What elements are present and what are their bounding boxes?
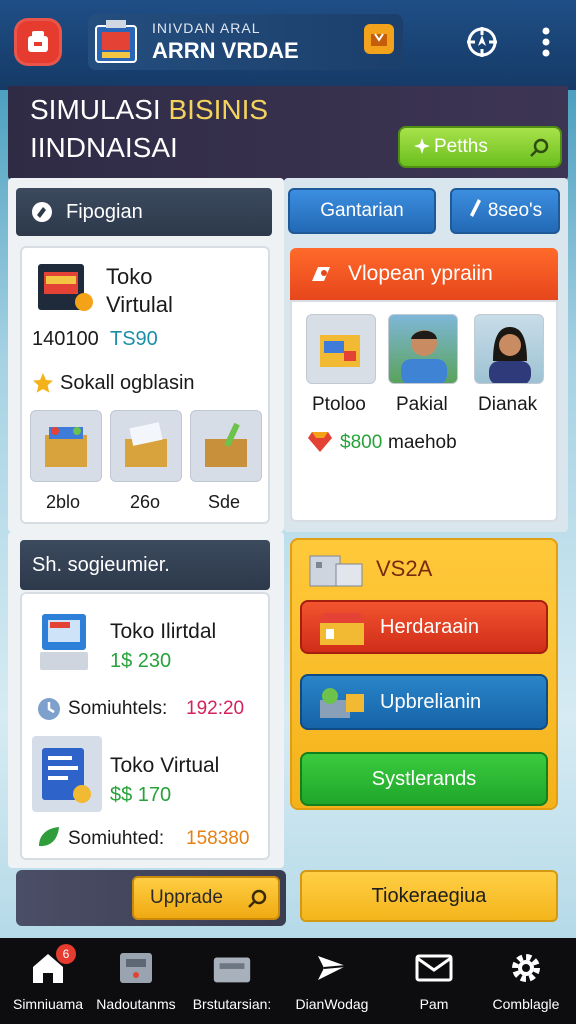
entry-1-name: Toko Ilirtdal <box>110 620 217 643</box>
crate-blue-icon <box>45 427 87 467</box>
man-avatar-icon <box>401 330 447 383</box>
left-panel-a-heading: Fipogian <box>16 188 272 236</box>
page-title: SIMULASI BISINIS <box>30 94 268 126</box>
tab-seos[interactable]: 8seo's <box>450 188 560 234</box>
more-menu-icon[interactable] <box>526 22 566 62</box>
right-panel-a-heading-label: Vlopean ypraiin <box>348 262 493 285</box>
upgrade-button[interactable]: Upprade <box>132 876 280 920</box>
printer-icon <box>210 948 254 988</box>
home-icon: 6 <box>26 944 76 988</box>
computer-icon <box>36 610 96 674</box>
nav-label-home: Simniuama <box>12 996 84 1012</box>
product-name-line1: Toko <box>106 264 153 289</box>
notification-badge: 6 <box>56 944 76 964</box>
tab-gantarian[interactable]: Gantarian <box>288 188 436 234</box>
right-panel-b-heading: VS2A <box>376 556 433 581</box>
ticket-button[interactable]: Tiokeraegiua <box>300 870 558 922</box>
gear-icon <box>504 948 548 988</box>
reward-text: maehob <box>388 432 457 453</box>
nav-label-settings: Comblagle <box>492 996 560 1012</box>
entry-2-price: $$ 170 <box>110 784 172 806</box>
nav-label-notifications: Nadoutanms <box>96 996 176 1012</box>
search-icon <box>528 137 550 165</box>
server-icon <box>306 548 366 597</box>
device-icon <box>114 948 158 988</box>
nav-item-send[interactable]: DianWodag <box>284 948 380 1018</box>
product-name-line2: Virtulal <box>106 292 173 317</box>
search-small-icon <box>246 888 268 916</box>
entry-1-price: 1$ 230 <box>110 650 172 672</box>
rating-text: Sokall ogblasin <box>60 372 195 394</box>
item-tile-1[interactable] <box>30 410 102 482</box>
page-title-part2: BISINIS <box>168 94 269 125</box>
header-action-label: Petths <box>434 136 488 157</box>
left-panel-a-heading-label: Fipogian <box>66 200 143 223</box>
entry-2-name: Toko Virtual <box>110 754 220 777</box>
nav-label-business: Brstutarsian: <box>192 996 272 1012</box>
blue-action-button[interactable]: Upbrelianin <box>300 674 548 730</box>
product-stat-right: TS90 <box>110 328 158 350</box>
leaf-icon <box>36 824 62 855</box>
crate-tools-icon <box>205 422 247 467</box>
person-card-1[interactable] <box>306 314 376 384</box>
item-label-2: 26o <box>130 492 161 512</box>
product-stat-left: 140100 <box>32 328 99 350</box>
item-tile-2[interactable] <box>110 410 182 482</box>
app-logo-icon[interactable] <box>14 18 62 66</box>
clock-icon <box>36 696 62 727</box>
tab-seos-label: 8seo's <box>487 200 543 221</box>
right-panel-a-heading: Vlopean ypraiin <box>290 248 558 300</box>
nav-label-mail: Pam <box>419 996 449 1012</box>
send-icon <box>310 948 354 988</box>
package-icon <box>320 335 360 367</box>
header-action-button[interactable]: Petths <box>398 126 562 168</box>
red-action-label: Herdaraain <box>380 615 479 638</box>
stat1-label: Somiuhtels: <box>68 698 168 719</box>
person-card-3[interactable] <box>474 314 544 384</box>
person-card-2[interactable] <box>388 314 458 384</box>
person-label-1: Ptoloo <box>312 394 366 415</box>
wallet-icon[interactable] <box>364 24 394 54</box>
crate-paper-icon <box>125 422 167 467</box>
stat2-value: 158380 <box>186 828 250 849</box>
compass-icon[interactable] <box>462 22 502 62</box>
upgrade-label: Upprade <box>150 887 223 908</box>
tag-icon <box>30 200 54 230</box>
stat2-label: Somiuhted: <box>68 828 165 849</box>
pencil-icon <box>468 198 482 224</box>
app-title: ARRN VRDAE <box>152 38 299 63</box>
nav-label-send: DianWodag <box>295 996 369 1012</box>
app-subtitle: INIVDAN ARAL <box>152 20 261 36</box>
store-box-icon <box>92 16 142 68</box>
red-action-button[interactable]: Herdaraain <box>300 600 548 654</box>
nav-item-home[interactable]: 6 Simniuama <box>0 944 96 1018</box>
nav-item-business[interactable]: Brstutarsian: <box>184 948 280 1018</box>
item-label-3: Sde <box>208 492 241 512</box>
rocket-icon <box>308 261 336 293</box>
woman-avatar-icon <box>489 327 531 383</box>
green-action-button[interactable]: Systlerands <box>300 752 548 806</box>
left-panel-b-heading: Sh. sogieumier. <box>20 540 270 590</box>
reward-amount: $800 <box>340 432 383 453</box>
person-label-2: Pakial <box>396 394 448 415</box>
stat1-value: 192:20 <box>186 698 245 719</box>
product-box-icon <box>34 258 94 316</box>
nav-item-notifications[interactable]: Nadoutanms <box>88 948 184 1018</box>
tools-box-icon <box>316 684 368 728</box>
mail-icon <box>412 948 456 988</box>
star-icon <box>32 372 54 399</box>
shop-icon <box>316 611 370 653</box>
page-title-part1: SIMULASI <box>30 94 169 125</box>
nav-item-mail[interactable]: Pam <box>386 948 482 1018</box>
page-title-line2: IINDNAISAI <box>30 132 178 163</box>
document-icon <box>32 736 102 812</box>
item-tile-3[interactable] <box>190 410 262 482</box>
item-label-1: 2blo <box>46 492 81 512</box>
gem-icon <box>308 430 332 457</box>
nav-item-settings[interactable]: Comblagle <box>478 948 574 1018</box>
blue-action-label: Upbrelianin <box>380 690 482 713</box>
person-label-3: Dianak <box>478 394 538 415</box>
sparkle-icon <box>412 137 432 163</box>
